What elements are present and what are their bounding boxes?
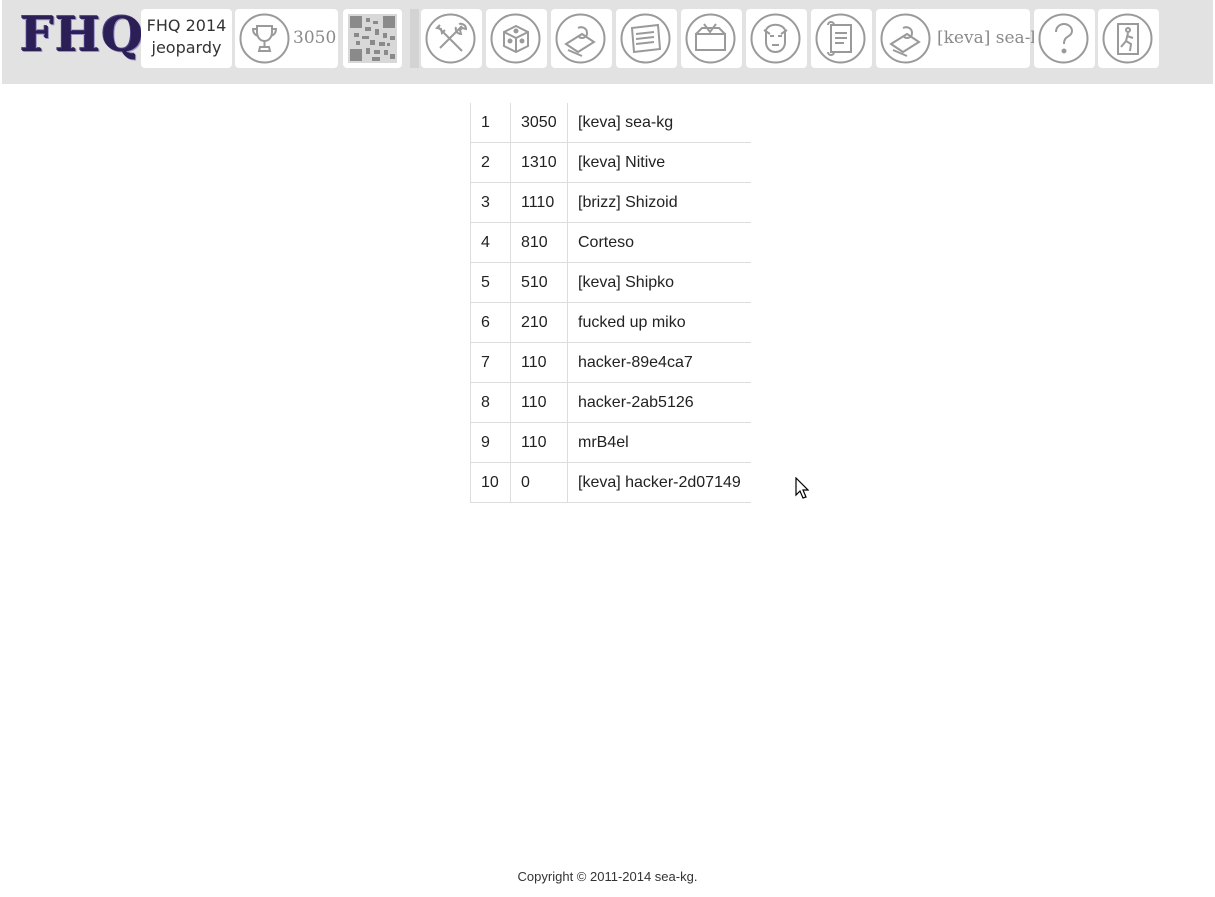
team-name-cell: hacker-2ab5126: [566, 382, 751, 423]
qr-code-icon: [348, 14, 397, 63]
tools-button[interactable]: [421, 9, 482, 68]
game-selector-button[interactable]: FHQ 2014 jeopardy: [141, 9, 232, 68]
table-row: 9 110 mrB4el: [470, 422, 751, 463]
score-cell: 110: [510, 342, 568, 383]
score-cell: 210: [510, 302, 568, 343]
team-name-cell: Corteso: [566, 222, 751, 263]
table-row: 8 110 hacker-2ab5126: [470, 382, 751, 423]
team-name-cell: [keva] Nitive: [566, 142, 751, 183]
scoreboard-table: 1 3050 [keva] sea-kg 2 1310 [keva] Nitive 3 111…: [470, 103, 751, 503]
table-row: 1 3050 [keva] sea-kg: [470, 103, 751, 143]
game-type: jeopardy: [151, 38, 222, 57]
feedback-button[interactable]: [681, 9, 742, 68]
dice-button[interactable]: [486, 9, 547, 68]
fhq-logo[interactable]: FHQ: [20, 6, 144, 64]
team-name-cell: hacker-89e4ca7: [566, 342, 751, 383]
rank-cell: 5: [470, 262, 511, 303]
rank-cell: 8: [470, 382, 511, 423]
score-cell: 3050: [510, 103, 568, 143]
scroll-icon: [815, 13, 866, 64]
trophy-icon: [239, 13, 290, 64]
score-cell: 110: [510, 382, 568, 423]
score-cell: 110: [510, 422, 568, 463]
team-name-cell: fucked up miko: [566, 302, 751, 343]
copyright-footer: Copyright © 2011-2014 sea-kg.: [517, 869, 698, 884]
rank-cell: 3: [470, 182, 511, 223]
rank-cell: 9: [470, 422, 511, 463]
rank-cell: 1: [470, 103, 511, 143]
tools-icon: [425, 13, 476, 64]
score-cell: 1310: [510, 142, 568, 183]
face-icon: [750, 13, 801, 64]
user-score: 3050: [293, 28, 337, 48]
user-profile-button[interactable]: [keva] sea-kg: [876, 9, 1052, 68]
team-name-cell: mrB4el: [566, 422, 751, 463]
score-cell: 1110: [510, 182, 568, 223]
qr-code-button[interactable]: [343, 9, 402, 68]
top-toolbar: FHQ FHQ 2014 jeopardy 3050 [keva] sea-kg: [2, 0, 1213, 84]
rank-cell: 7: [470, 342, 511, 383]
table-row: 2 1310 [keva] Nitive: [470, 142, 751, 183]
rank-cell: 4: [470, 222, 511, 263]
table-row: 6 210 fucked up miko: [470, 302, 751, 343]
logout-button[interactable]: [1098, 9, 1159, 68]
exit-icon: [1102, 13, 1153, 64]
table-row: 10 0 [keva] hacker-2d07149: [470, 462, 751, 503]
score-cell: 510: [510, 262, 568, 303]
score-cell: 0: [510, 462, 568, 503]
game-title: FHQ 2014: [146, 16, 227, 35]
rules-button[interactable]: [811, 9, 872, 68]
table-row: 4 810 Corteso: [470, 222, 751, 263]
news-icon: [620, 13, 671, 64]
team-name-cell: [keva] Shipko: [566, 262, 751, 303]
user-icon: [880, 13, 931, 64]
table-row: 5 510 [keva] Shipko: [470, 262, 751, 303]
score-cell: 810: [510, 222, 568, 263]
hacker-icon: [555, 13, 606, 64]
hacker-button[interactable]: [551, 9, 612, 68]
score-button[interactable]: 3050: [235, 9, 338, 68]
help-button[interactable]: [1034, 9, 1095, 68]
team-name-cell: [brizz] Shizoid: [566, 182, 751, 223]
rank-cell: 6: [470, 302, 511, 343]
rank-cell: 10: [470, 462, 511, 503]
feedback-icon: [685, 13, 736, 64]
news-button[interactable]: [616, 9, 677, 68]
team-name-cell: [keva] sea-kg: [566, 103, 751, 143]
team-name-cell: [keva] hacker-2d07149: [566, 462, 751, 503]
table-row: 7 110 hacker-89e4ca7: [470, 342, 751, 383]
dice-icon: [490, 13, 541, 64]
toolbar-separator: [410, 9, 419, 68]
help-icon: [1038, 13, 1089, 64]
scoreboard-body: 1 3050 [keva] sea-kg 2 1310 [keva] Nitive 3 111…: [470, 103, 751, 503]
mouse-cursor-icon: [795, 477, 809, 499]
profile-face-button[interactable]: [746, 9, 807, 68]
rank-cell: 2: [470, 142, 511, 183]
table-row: 3 1110 [brizz] Shizoid: [470, 182, 751, 223]
